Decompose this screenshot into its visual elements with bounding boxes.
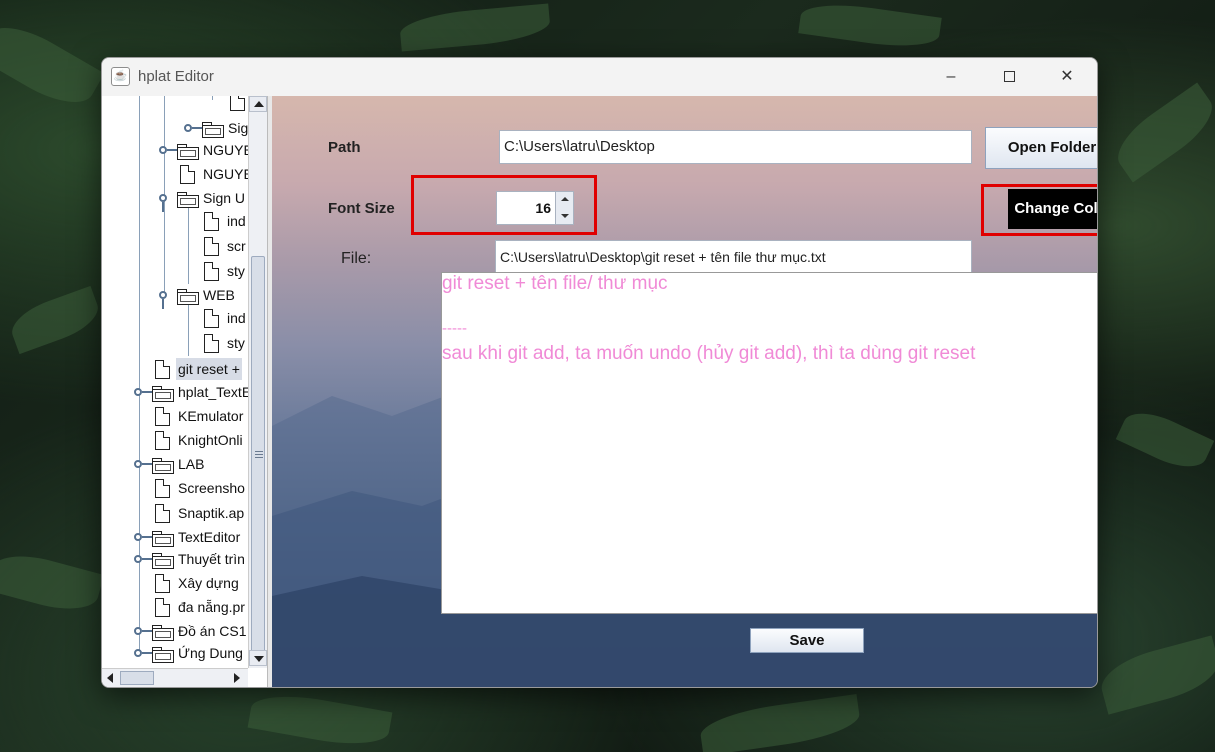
tree-item-folder[interactable]: hplat_TextE <box>102 381 248 403</box>
file-icon <box>155 574 170 593</box>
folder-icon <box>177 192 199 208</box>
arrow-up-icon <box>254 101 264 107</box>
file-icon <box>155 504 170 523</box>
expand-handle-icon[interactable] <box>184 124 202 132</box>
expand-handle-icon[interactable] <box>134 555 152 563</box>
tree-item-file[interactable]: ind <box>102 210 248 232</box>
tree-item-folder[interactable]: Ứng Dung <box>102 642 248 664</box>
font-size-value[interactable]: 16 <box>535 192 551 224</box>
app-window: ☕ hplat Editor – ✕ Sig NGUYE NGUYE Sign … <box>101 57 1098 688</box>
expand-handle-icon[interactable] <box>134 649 152 657</box>
tree-item-file[interactable]: sty <box>102 332 248 354</box>
file-icon <box>204 334 219 353</box>
java-coffee-icon: ☕ <box>111 67 130 86</box>
file-icon <box>155 431 170 450</box>
editor-line: git reset + tên file/ thư mục <box>442 273 668 294</box>
tree-item-folder[interactable]: Đồ án CS1 <box>102 620 248 642</box>
expand-handle-icon[interactable] <box>159 146 177 154</box>
title-bar[interactable]: ☕ hplat Editor – ✕ <box>102 58 1097 96</box>
collapse-handle-icon[interactable] <box>159 194 167 202</box>
file-path-input[interactable]: C:\Users\latru\Desktop\git reset + tên f… <box>495 240 972 274</box>
tree-item-folder[interactable]: LAB <box>102 453 248 475</box>
tree-item-file[interactable]: Xây dựng <box>102 572 248 594</box>
file-icon <box>204 237 219 256</box>
file-label: File: <box>341 250 372 267</box>
folder-icon <box>152 647 174 663</box>
scroll-thumb[interactable] <box>251 256 265 656</box>
file-icon <box>180 165 195 184</box>
spinner-increment-button[interactable] <box>555 192 573 208</box>
arrow-right-icon[interactable] <box>234 673 240 683</box>
file-icon <box>155 407 170 426</box>
text-editor-area[interactable]: git reset + tên file/ thư mục ----- sau … <box>441 272 1097 614</box>
tree-item-folder[interactable]: WEB <box>102 284 248 306</box>
tree-item-folder[interactable]: NGUYE <box>102 139 248 161</box>
expand-handle-icon[interactable] <box>134 460 152 468</box>
editor-line: ----- <box>442 320 467 337</box>
expand-handle-icon[interactable] <box>134 627 152 635</box>
file-tree: Sig NGUYE NGUYE Sign U ind scr sty WEB i… <box>102 96 248 668</box>
maximize-button[interactable] <box>986 62 1032 92</box>
tree-horizontal-scrollbar[interactable] <box>102 668 248 687</box>
tree-item-file[interactable]: KnightOnli <box>102 429 248 451</box>
minimize-button[interactable]: – <box>928 62 974 92</box>
file-icon <box>204 262 219 281</box>
tree-item-file[interactable]: Snaptik.ap <box>102 502 248 524</box>
maximize-icon <box>1003 71 1015 83</box>
folder-icon <box>152 553 174 569</box>
open-folder-button[interactable]: Open Folder <box>985 127 1097 169</box>
tree-item-selected-file[interactable]: git reset + <box>102 358 248 380</box>
expand-handle-icon[interactable] <box>134 533 152 541</box>
file-icon <box>204 309 219 328</box>
change-color-button[interactable]: Change Color <box>1008 189 1097 229</box>
spinner-decrement-button[interactable] <box>555 208 573 224</box>
folder-icon <box>177 144 199 160</box>
tree-item-folder[interactable]: Thuyết trìn <box>102 548 248 570</box>
file-icon <box>155 479 170 498</box>
tree-item-file[interactable]: ind <box>102 307 248 329</box>
tree-item-file[interactable]: đa nẵng.pr <box>102 596 248 618</box>
window-title: hplat Editor <box>138 68 214 85</box>
tree-item-file[interactable]: KEmulator <box>102 405 248 427</box>
scroll-up-button[interactable] <box>249 96 267 112</box>
save-button[interactable]: Save <box>750 628 864 653</box>
path-input[interactable]: C:\Users\latru\Desktop <box>499 130 972 164</box>
file-icon <box>230 96 245 111</box>
tree-item-folder[interactable]: Sign U <box>102 187 248 209</box>
close-button[interactable]: ✕ <box>1044 62 1090 92</box>
folder-icon <box>202 122 224 138</box>
tree-vertical-scrollbar[interactable] <box>248 96 267 668</box>
folder-icon <box>152 531 174 547</box>
file-icon <box>204 212 219 231</box>
expand-handle-icon[interactable] <box>134 388 152 396</box>
tree-item-file[interactable] <box>102 96 248 112</box>
chevron-up-icon <box>561 197 569 201</box>
file-icon <box>155 360 170 379</box>
path-label: Path <box>328 139 361 156</box>
tree-item-file[interactable]: NGUYE <box>102 163 248 185</box>
folder-icon <box>152 458 174 474</box>
collapse-handle-icon[interactable] <box>159 291 167 299</box>
file-tree-pane: Sig NGUYE NGUYE Sign U ind scr sty WEB i… <box>102 96 268 687</box>
tree-item-file[interactable]: Screensho <box>102 477 248 499</box>
tree-item-file[interactable]: sty <box>102 260 248 282</box>
chevron-down-icon <box>561 214 569 218</box>
folder-icon <box>177 289 199 305</box>
editor-line: sau khi git add, ta muốn undo (hủy git a… <box>442 343 976 364</box>
tree-item-file[interactable]: scr <box>102 235 248 257</box>
editor-panel: Path C:\Users\latru\Desktop Open Folder … <box>272 96 1097 687</box>
tree-item-folder[interactable]: Sig <box>102 117 248 139</box>
file-icon <box>155 598 170 617</box>
scroll-down-button[interactable] <box>249 650 267 666</box>
arrow-left-icon[interactable] <box>107 673 113 683</box>
tree-item-folder[interactable]: TextEditor <box>102 526 248 548</box>
folder-icon <box>152 625 174 641</box>
scroll-thumb[interactable] <box>120 671 154 685</box>
folder-icon <box>152 386 174 402</box>
arrow-down-icon <box>254 656 264 662</box>
font-size-label: Font Size <box>328 200 395 217</box>
font-size-spinner[interactable]: 16 <box>496 191 574 225</box>
